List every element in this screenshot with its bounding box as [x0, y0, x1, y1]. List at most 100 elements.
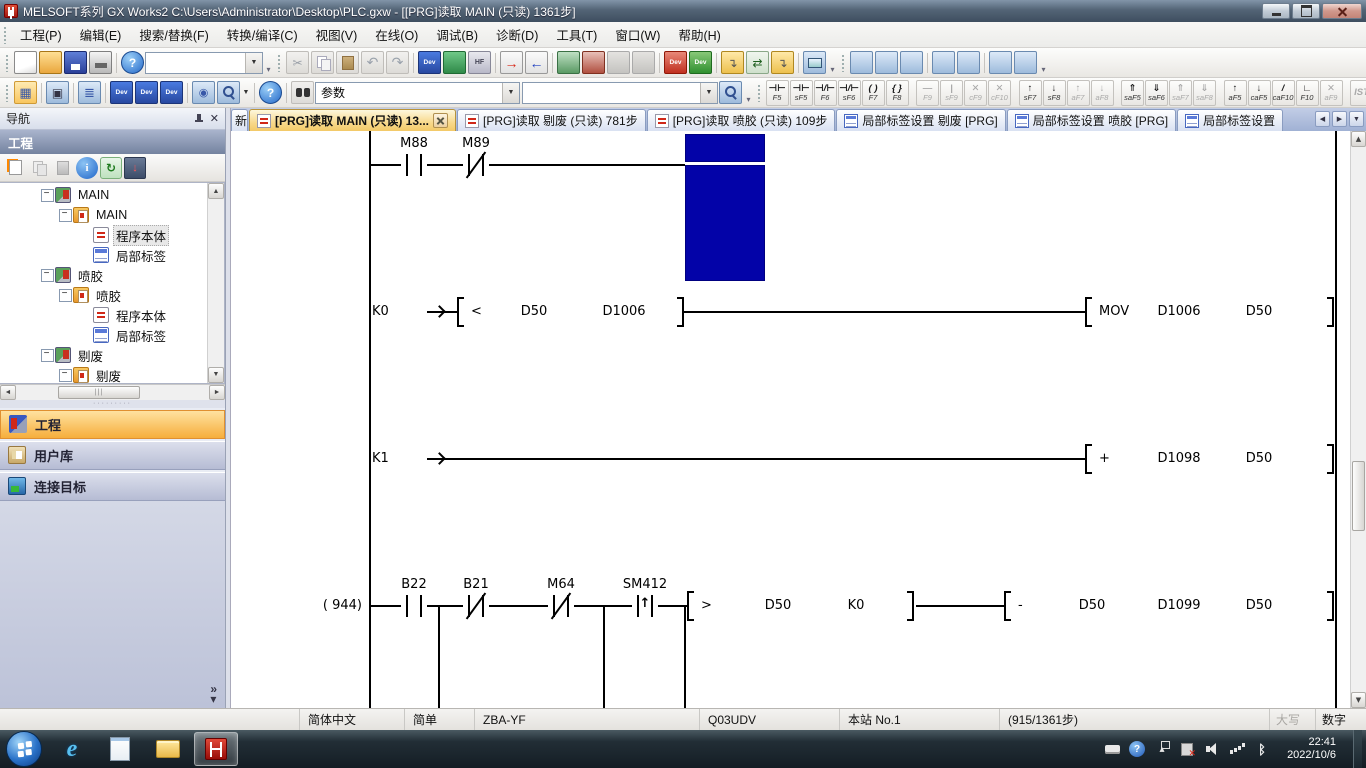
clipped-tab[interactable]: 新 — [231, 109, 248, 131]
device-search-icon[interactable] — [217, 81, 240, 104]
ladder-symbol-button[interactable]: ↓ caF5 — [1248, 80, 1271, 106]
minimize-button[interactable] — [1262, 3, 1290, 19]
copy-data-icon[interactable] — [28, 157, 50, 179]
entry-data-monitor-icon[interactable] — [957, 51, 980, 74]
read-from-plc-icon[interactable] — [525, 51, 548, 74]
menu-item[interactable]: 诊断(D) — [487, 21, 547, 48]
tree-expander-icon[interactable] — [58, 208, 72, 222]
ladder-symbol-button[interactable]: IST — [1350, 80, 1366, 106]
transfer-setup-icon[interactable] — [803, 51, 826, 74]
program-list-monitor-icon[interactable] — [932, 51, 955, 74]
show-desktop-button[interactable] — [1353, 730, 1362, 768]
ladder-monitor-icon[interactable] — [850, 51, 873, 74]
ladder-symbol-button[interactable]: — F9 — [916, 80, 939, 106]
combo-arrow-icon[interactable]: ▼ — [700, 83, 717, 103]
contact-normally-closed[interactable] — [463, 593, 489, 619]
nav-view-button[interactable]: 用户库 — [0, 441, 225, 470]
help-f1-icon[interactable] — [259, 81, 282, 104]
taskbar-clock[interactable]: 22:41 2022/10/6 — [1279, 736, 1344, 762]
print-icon[interactable] — [89, 51, 112, 74]
combo-arrow-icon[interactable]: ▼ — [245, 53, 262, 73]
data-security-icon[interactable] — [76, 157, 98, 179]
document-tab[interactable]: [PRG]读取 MAIN (只读) 13... — [249, 109, 456, 131]
write-to-plc-icon[interactable] — [500, 51, 523, 74]
close-button[interactable] — [1322, 3, 1362, 19]
device-batch-monitor-icon[interactable] — [875, 51, 898, 74]
editor-vertical-scrollbar[interactable]: ▲ ▼ — [1350, 131, 1366, 708]
pin-icon[interactable] — [194, 113, 204, 125]
ladder-symbol-button[interactable]: ⊣/⊢ F6 — [814, 80, 837, 106]
document-tab[interactable]: 局部标签设置 — [1177, 109, 1283, 131]
combo-arrow-icon[interactable]: ▼ — [502, 83, 519, 103]
sort-data-icon[interactable] — [124, 157, 146, 179]
device-write-green-icon[interactable] — [689, 51, 712, 74]
paste-icon[interactable] — [336, 51, 359, 74]
ladder-symbol-button[interactable]: ⇓ saF8 — [1193, 80, 1216, 106]
tree-item[interactable]: 程序本体 — [0, 305, 207, 325]
copy-icon[interactable] — [311, 51, 334, 74]
contact-normally-closed[interactable] — [463, 152, 489, 178]
tree-item[interactable]: 局部标签 — [0, 245, 207, 265]
ladder-symbol-button[interactable]: ( ) F7 — [862, 80, 885, 106]
data-select-combo[interactable]: 参数 ▼ — [315, 82, 520, 104]
device-comment-find-icon[interactable] — [418, 51, 441, 74]
ladder-symbol-button[interactable]: ✕ cF10 — [988, 80, 1011, 106]
scroll-up-icon[interactable]: ▲ — [208, 183, 224, 199]
file-explorer-taskbar-button[interactable] — [146, 732, 190, 766]
redo-icon[interactable] — [386, 51, 409, 74]
contact-rising-pulse[interactable] — [632, 593, 658, 619]
watch-window-2-icon[interactable] — [1014, 51, 1037, 74]
paste-data-icon[interactable] — [52, 157, 74, 179]
ladder-symbol-button[interactable]: ⇓ saF6 — [1145, 80, 1168, 106]
menu-item[interactable]: 视图(V) — [307, 21, 367, 48]
tree-item[interactable]: 局部标签 — [0, 325, 207, 345]
menu-item[interactable]: 工程(P) — [11, 21, 71, 48]
ladder-symbol-button[interactable]: ⊣⊢ sF5 — [790, 80, 813, 106]
find-replace-icon[interactable] — [291, 81, 314, 104]
watch-register-icon[interactable] — [192, 81, 215, 104]
new-project-icon[interactable] — [14, 51, 37, 74]
scroll-left-icon[interactable]: ◄ — [0, 385, 16, 400]
contact-normally-open[interactable] — [401, 593, 427, 619]
network-tray-icon[interactable] — [1229, 741, 1245, 757]
watch-window-1-icon[interactable] — [989, 51, 1012, 74]
ladder-symbol-button[interactable]: ✕ aF9 — [1320, 80, 1343, 106]
tree-expander-icon[interactable] — [78, 308, 92, 322]
start-button[interactable] — [6, 731, 42, 767]
device-batch-edit-icon[interactable] — [160, 81, 183, 104]
nav-view-button[interactable]: 工程 — [0, 410, 225, 439]
monitor-watch-green-icon[interactable] — [557, 51, 580, 74]
scroll-tabs-right-icon[interactable]: ▶ — [1332, 111, 1347, 127]
ladder-symbol-button[interactable]: ⇑ saF5 — [1121, 80, 1144, 106]
document-tab[interactable]: [PRG]读取 剔废 (只读) 781步 — [457, 109, 646, 131]
menu-item[interactable]: 工具(T) — [547, 21, 606, 48]
ladder-symbol-button[interactable]: { } F8 — [886, 80, 909, 106]
ladder-symbol-button[interactable]: ✕ cF9 — [964, 80, 987, 106]
program-list-icon[interactable] — [78, 81, 101, 104]
more-views-icon[interactable]: »▾ — [210, 684, 217, 704]
menu-item[interactable]: 在线(O) — [366, 21, 427, 48]
save-project-icon[interactable] — [64, 51, 87, 74]
menu-item[interactable]: 帮助(H) — [669, 21, 729, 48]
menu-item[interactable]: 窗口(W) — [606, 21, 669, 48]
toolbar-overflow-icon[interactable]: ▾ — [827, 52, 838, 74]
tree-item[interactable]: MAIN — [0, 185, 207, 205]
tree-expander-icon[interactable] — [40, 188, 54, 202]
ladder-symbol-button[interactable]: ⇑ saF7 — [1169, 80, 1192, 106]
scroll-right-icon[interactable]: ► — [209, 385, 225, 400]
monitor-inactive-a-icon[interactable] — [607, 51, 630, 74]
tree-item[interactable]: 程序本体 — [0, 225, 207, 245]
ladder-symbol-button[interactable]: ↑ sF7 — [1019, 80, 1042, 106]
maximize-button[interactable] — [1292, 3, 1320, 19]
ladder-symbol-button[interactable]: ↑ aF7 — [1067, 80, 1090, 106]
device-memory-edit-icon[interactable] — [135, 81, 158, 104]
module-configuration-icon[interactable] — [46, 81, 69, 104]
ladder-symbol-button[interactable]: ⊣/⊢ sF6 — [838, 80, 861, 106]
monitor-watch-red-icon[interactable] — [582, 51, 605, 74]
monitor-inactive-b-icon[interactable] — [632, 51, 655, 74]
ladder-symbol-button[interactable]: ↑ aF5 — [1224, 80, 1247, 106]
io-assignment-icon[interactable] — [468, 51, 491, 74]
tree-expander-icon[interactable] — [58, 368, 72, 382]
project-combo[interactable]: ▼ — [145, 52, 263, 74]
refresh-view-icon[interactable] — [100, 157, 122, 179]
